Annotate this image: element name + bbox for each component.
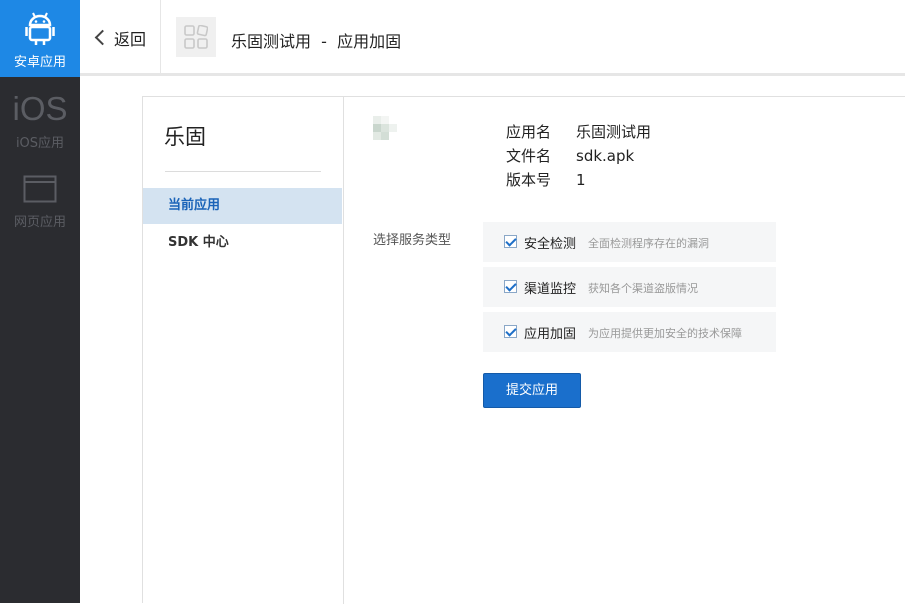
service-option-app-hardening[interactable]: 应用加固 为应用提供更加安全的技术保障 bbox=[483, 312, 776, 352]
header-divider bbox=[160, 0, 161, 76]
rail-item-android[interactable]: 安卓应用 bbox=[0, 0, 80, 77]
service-option-security-scan[interactable]: 安全检测 全面检测程序存在的漏洞 bbox=[483, 222, 776, 262]
subnav-item-sdk-center[interactable]: SDK 中心 bbox=[143, 225, 342, 261]
rail-item-web[interactable]: 网页应用 bbox=[0, 172, 80, 249]
checkbox[interactable] bbox=[504, 325, 517, 338]
service-name: 渠道监控 bbox=[524, 282, 577, 297]
checkbox[interactable] bbox=[504, 280, 517, 293]
app-icon bbox=[373, 116, 397, 140]
android-icon bbox=[25, 12, 55, 45]
ios-icon: iOS bbox=[12, 90, 68, 127]
browser-window-icon bbox=[23, 175, 57, 203]
content-panel: 乐固 当前应用 SDK 中心 应用名 乐固测试用 文件名 sdk.apk 版本号 1 … bbox=[142, 96, 905, 604]
service-desc: 为应用提供更加安全的技术保障 bbox=[588, 327, 742, 340]
grid-icon bbox=[184, 25, 208, 49]
subnav-title: 乐固 bbox=[164, 125, 206, 149]
service-desc: 获知各个渠道盗版情况 bbox=[588, 282, 698, 295]
rail-item-label: 网页应用 bbox=[13, 215, 66, 230]
service-option-channel-monitor[interactable]: 渠道监控 获知各个渠道盗版情况 bbox=[483, 267, 776, 307]
service-name: 安全检测 bbox=[524, 237, 577, 252]
info-value: 1 bbox=[576, 171, 586, 189]
info-value: sdk.apk bbox=[576, 147, 635, 165]
info-key: 应用名 bbox=[506, 123, 552, 141]
left-rail: 安卓应用 iOS iOS应用 网页应用 bbox=[0, 0, 80, 603]
service-name: 应用加固 bbox=[524, 327, 577, 342]
submit-app-button[interactable]: 提交应用 bbox=[483, 373, 581, 408]
checkbox[interactable] bbox=[504, 235, 517, 248]
info-key: 文件名 bbox=[506, 147, 552, 165]
info-row-app-name: 应用名 乐固测试用 bbox=[506, 121, 651, 142]
back-button[interactable]: 返回 bbox=[94, 26, 147, 50]
app-thumbnail bbox=[176, 17, 216, 57]
sub-navigation: 乐固 当前应用 SDK 中心 bbox=[143, 97, 344, 604]
chevron-left-icon bbox=[94, 29, 111, 46]
rail-item-label: iOS应用 bbox=[15, 136, 65, 151]
page-title: 乐固测试用 - 应用加固 bbox=[231, 32, 402, 51]
rail-item-ios[interactable]: iOS iOS应用 bbox=[0, 90, 80, 169]
info-key: 版本号 bbox=[506, 171, 552, 189]
divider bbox=[165, 171, 321, 172]
top-header: 返回 乐固测试用 - 应用加固 bbox=[80, 0, 905, 76]
info-row-file-name: 文件名 sdk.apk bbox=[506, 145, 634, 166]
info-value: 乐固测试用 bbox=[576, 123, 652, 141]
back-label: 返回 bbox=[114, 30, 147, 49]
rail-item-label: 安卓应用 bbox=[13, 55, 66, 70]
subnav-item-current-app[interactable]: 当前应用 bbox=[143, 188, 342, 224]
info-row-version: 版本号 1 bbox=[506, 169, 586, 190]
service-type-label: 选择服务类型 bbox=[373, 233, 452, 248]
service-desc: 全面检测程序存在的漏洞 bbox=[588, 237, 709, 250]
